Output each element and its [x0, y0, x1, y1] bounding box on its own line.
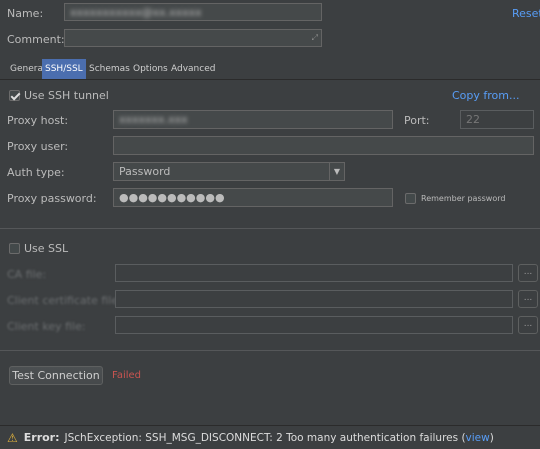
auth-type-label: Auth type:: [7, 166, 65, 179]
use-ssl-label: Use SSL: [24, 242, 69, 255]
proxy-host-value: xxxxxxx.xxx: [119, 113, 188, 126]
client-key-browse-button[interactable]: ...: [518, 316, 538, 334]
chevron-down-icon: ▼: [329, 163, 344, 180]
tab-separator: [0, 79, 540, 80]
proxy-user-label: Proxy user:: [7, 140, 69, 153]
use-ssh-tunnel-checkbox[interactable]: [9, 90, 20, 101]
error-message: JSchException: SSH_MSG_DISCONNECT: 2 Too…: [64, 431, 466, 444]
client-cert-field[interactable]: [115, 290, 513, 308]
section-divider: [0, 228, 540, 229]
name-field[interactable]: xxxxxxxxxxx@xx.xxxxx: [64, 3, 322, 21]
reset-link[interactable]: Reset: [512, 7, 540, 20]
port-label: Port:: [404, 114, 430, 127]
port-value: 22: [466, 113, 480, 126]
error-view-link[interactable]: view: [466, 432, 490, 444]
client-key-field[interactable]: [115, 316, 513, 334]
error-bar: ⚠ Error: JSchException: SSH_MSG_DISCONNE…: [0, 425, 540, 449]
use-ssh-tunnel-label: Use SSH tunnel: [24, 89, 109, 102]
proxy-host-field[interactable]: xxxxxxx.xxx: [113, 110, 393, 129]
tab-schemas[interactable]: Schemas: [86, 59, 133, 79]
ca-file-label: CA file:: [7, 268, 47, 281]
client-key-label: Client key file:: [7, 320, 86, 333]
copy-from-link[interactable]: Copy from...: [452, 89, 520, 102]
warning-icon: ⚠: [7, 430, 18, 445]
test-connection-button[interactable]: Test Connection: [9, 366, 103, 385]
comment-label: Comment:: [7, 33, 65, 46]
error-prefix: Error:: [23, 431, 60, 444]
tab-advanced[interactable]: Advanced: [168, 59, 218, 79]
name-value: xxxxxxxxxxx@xx.xxxxx: [70, 5, 202, 19]
remember-password-checkbox[interactable]: [405, 193, 416, 204]
proxy-user-field[interactable]: [113, 136, 534, 155]
test-status: Failed: [112, 370, 142, 381]
section-divider-2: [0, 350, 540, 351]
proxy-password-field[interactable]: ●●●●●●●●●●●: [113, 188, 393, 207]
tab-ssh-ssl[interactable]: SSH/SSL: [42, 59, 86, 79]
comment-field[interactable]: ⤢: [64, 29, 322, 47]
ca-file-field[interactable]: [115, 264, 513, 282]
port-field[interactable]: 22: [460, 110, 534, 129]
name-label: Name:: [7, 7, 44, 20]
proxy-password-label: Proxy password:: [7, 192, 97, 205]
use-ssl-checkbox[interactable]: [9, 243, 20, 254]
tab-options[interactable]: Options: [130, 59, 171, 79]
proxy-host-label: Proxy host:: [7, 114, 69, 127]
error-suffix: ): [489, 431, 494, 444]
client-cert-label: Client certificate file:: [7, 294, 122, 307]
client-cert-browse-button[interactable]: ...: [518, 290, 538, 308]
proxy-password-value: ●●●●●●●●●●●: [119, 191, 225, 204]
expand-icon[interactable]: ⤢: [312, 33, 318, 43]
auth-type-select[interactable]: Password ▼: [113, 162, 345, 181]
ca-file-browse-button[interactable]: ...: [518, 264, 538, 282]
remember-password-label: Remember password: [421, 194, 506, 203]
auth-type-value: Password: [119, 165, 171, 178]
